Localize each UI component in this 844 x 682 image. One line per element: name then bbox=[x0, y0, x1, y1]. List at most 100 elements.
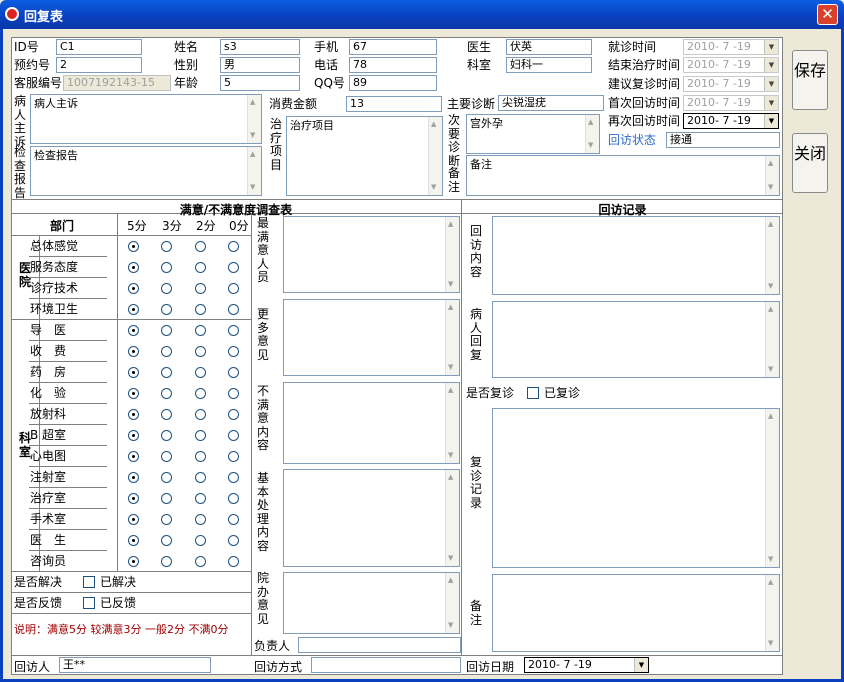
score-radio[interactable] bbox=[161, 493, 172, 504]
score-radio[interactable] bbox=[128, 283, 139, 294]
remark-textarea[interactable]: 备注 bbox=[466, 155, 780, 196]
record-remark-textarea[interactable] bbox=[492, 574, 780, 652]
score-radio[interactable] bbox=[128, 304, 139, 315]
dept-field[interactable]: 妇科一 bbox=[506, 57, 592, 73]
score-radio[interactable] bbox=[161, 472, 172, 483]
score-radio[interactable] bbox=[161, 409, 172, 420]
score-radio[interactable] bbox=[228, 262, 239, 273]
qq-field[interactable]: 89 bbox=[349, 75, 437, 91]
score-radio[interactable] bbox=[128, 262, 139, 273]
amount-field[interactable]: 13 bbox=[346, 96, 442, 112]
mobile-field[interactable]: 67 bbox=[349, 39, 437, 55]
score-radio[interactable] bbox=[161, 514, 172, 525]
score-radio[interactable] bbox=[228, 388, 239, 399]
scrollbar[interactable] bbox=[765, 302, 779, 377]
score-radio[interactable] bbox=[228, 346, 239, 357]
status-field[interactable]: 接通 bbox=[666, 132, 780, 148]
score-radio[interactable] bbox=[228, 556, 239, 567]
score-radio[interactable] bbox=[195, 535, 206, 546]
scrollbar[interactable] bbox=[445, 217, 459, 292]
score-radio[interactable] bbox=[195, 346, 206, 357]
method-field[interactable] bbox=[311, 657, 461, 673]
score-radio[interactable] bbox=[128, 493, 139, 504]
score-radio[interactable] bbox=[195, 430, 206, 441]
score-radio[interactable] bbox=[228, 283, 239, 294]
unsatisfied-textarea[interactable] bbox=[283, 382, 460, 464]
main-diagnosis-field[interactable]: 尖锐湿疣 bbox=[498, 95, 604, 111]
scrollbar[interactable] bbox=[445, 573, 459, 633]
score-radio[interactable] bbox=[195, 325, 206, 336]
score-radio[interactable] bbox=[195, 388, 206, 399]
hospital-opinion-textarea[interactable] bbox=[283, 572, 460, 634]
score-radio[interactable] bbox=[161, 535, 172, 546]
score-radio[interactable] bbox=[195, 493, 206, 504]
score-radio[interactable] bbox=[128, 241, 139, 252]
scrollbar[interactable] bbox=[765, 156, 779, 195]
score-radio[interactable] bbox=[161, 283, 172, 294]
window-close-button[interactable]: ✕ bbox=[817, 4, 838, 25]
scrollbar[interactable] bbox=[445, 300, 459, 375]
score-radio[interactable] bbox=[161, 241, 172, 252]
score-radio[interactable] bbox=[128, 367, 139, 378]
feedback-checkbox[interactable] bbox=[83, 597, 95, 609]
age-field[interactable]: 5 bbox=[220, 75, 300, 91]
scrollbar[interactable] bbox=[765, 575, 779, 651]
score-radio[interactable] bbox=[228, 430, 239, 441]
score-radio[interactable] bbox=[128, 325, 139, 336]
score-radio[interactable] bbox=[161, 556, 172, 567]
score-radio[interactable] bbox=[195, 472, 206, 483]
score-radio[interactable] bbox=[128, 430, 139, 441]
score-radio[interactable] bbox=[161, 304, 172, 315]
scrollbar[interactable] bbox=[247, 95, 261, 143]
score-radio[interactable] bbox=[195, 451, 206, 462]
score-radio[interactable] bbox=[195, 556, 206, 567]
owner-field[interactable] bbox=[298, 637, 461, 653]
complaint-textarea[interactable]: 病人主诉 bbox=[30, 94, 262, 144]
score-radio[interactable] bbox=[228, 493, 239, 504]
name-field[interactable]: s3 bbox=[220, 39, 300, 55]
handling-textarea[interactable] bbox=[283, 469, 460, 567]
second-visit-picker[interactable]: 2010- 7 -19 ▼ bbox=[683, 113, 779, 129]
phone-field[interactable]: 78 bbox=[349, 57, 437, 73]
resolved-checkbox[interactable] bbox=[83, 576, 95, 588]
secondary-diagnosis-textarea[interactable]: 宫外孕 bbox=[466, 114, 600, 154]
score-radio[interactable] bbox=[228, 451, 239, 462]
visit-content-textarea[interactable] bbox=[492, 216, 780, 295]
score-radio[interactable] bbox=[128, 556, 139, 567]
end-time-picker[interactable]: 2010- 7 -19 ▼ bbox=[683, 57, 779, 73]
scrollbar[interactable] bbox=[765, 409, 779, 567]
patient-reply-textarea[interactable] bbox=[492, 301, 780, 378]
suggest-time-picker[interactable]: 2010- 7 -19 ▼ bbox=[683, 76, 779, 92]
score-radio[interactable] bbox=[228, 304, 239, 315]
score-radio[interactable] bbox=[128, 346, 139, 357]
score-radio[interactable] bbox=[195, 304, 206, 315]
first-visit-picker[interactable]: 2010- 7 -19 ▼ bbox=[683, 95, 779, 111]
score-radio[interactable] bbox=[228, 409, 239, 420]
score-radio[interactable] bbox=[195, 283, 206, 294]
score-radio[interactable] bbox=[128, 514, 139, 525]
more-opinion-textarea[interactable] bbox=[283, 299, 460, 376]
best-staff-textarea[interactable] bbox=[283, 216, 460, 293]
score-radio[interactable] bbox=[128, 472, 139, 483]
gender-field[interactable]: 男 bbox=[220, 57, 300, 73]
appt-field[interactable]: 2 bbox=[56, 57, 142, 73]
score-radio[interactable] bbox=[161, 388, 172, 399]
scrollbar[interactable] bbox=[445, 383, 459, 463]
score-radio[interactable] bbox=[195, 241, 206, 252]
score-radio[interactable] bbox=[161, 451, 172, 462]
score-radio[interactable] bbox=[228, 325, 239, 336]
visit-date-picker[interactable]: 2010- 7 -19 ▼ bbox=[524, 657, 649, 673]
score-radio[interactable] bbox=[195, 367, 206, 378]
scrollbar[interactable] bbox=[765, 217, 779, 294]
scrollbar[interactable] bbox=[428, 117, 442, 195]
score-radio[interactable] bbox=[195, 514, 206, 525]
scrollbar[interactable] bbox=[445, 470, 459, 566]
score-radio[interactable] bbox=[161, 430, 172, 441]
score-radio[interactable] bbox=[128, 451, 139, 462]
revisit-checkbox[interactable] bbox=[527, 387, 539, 399]
report-textarea[interactable]: 检查报告 bbox=[30, 146, 262, 196]
score-radio[interactable] bbox=[228, 367, 239, 378]
close-button[interactable]: 关闭 bbox=[792, 133, 828, 193]
score-radio[interactable] bbox=[161, 325, 172, 336]
scrollbar[interactable] bbox=[585, 115, 599, 153]
